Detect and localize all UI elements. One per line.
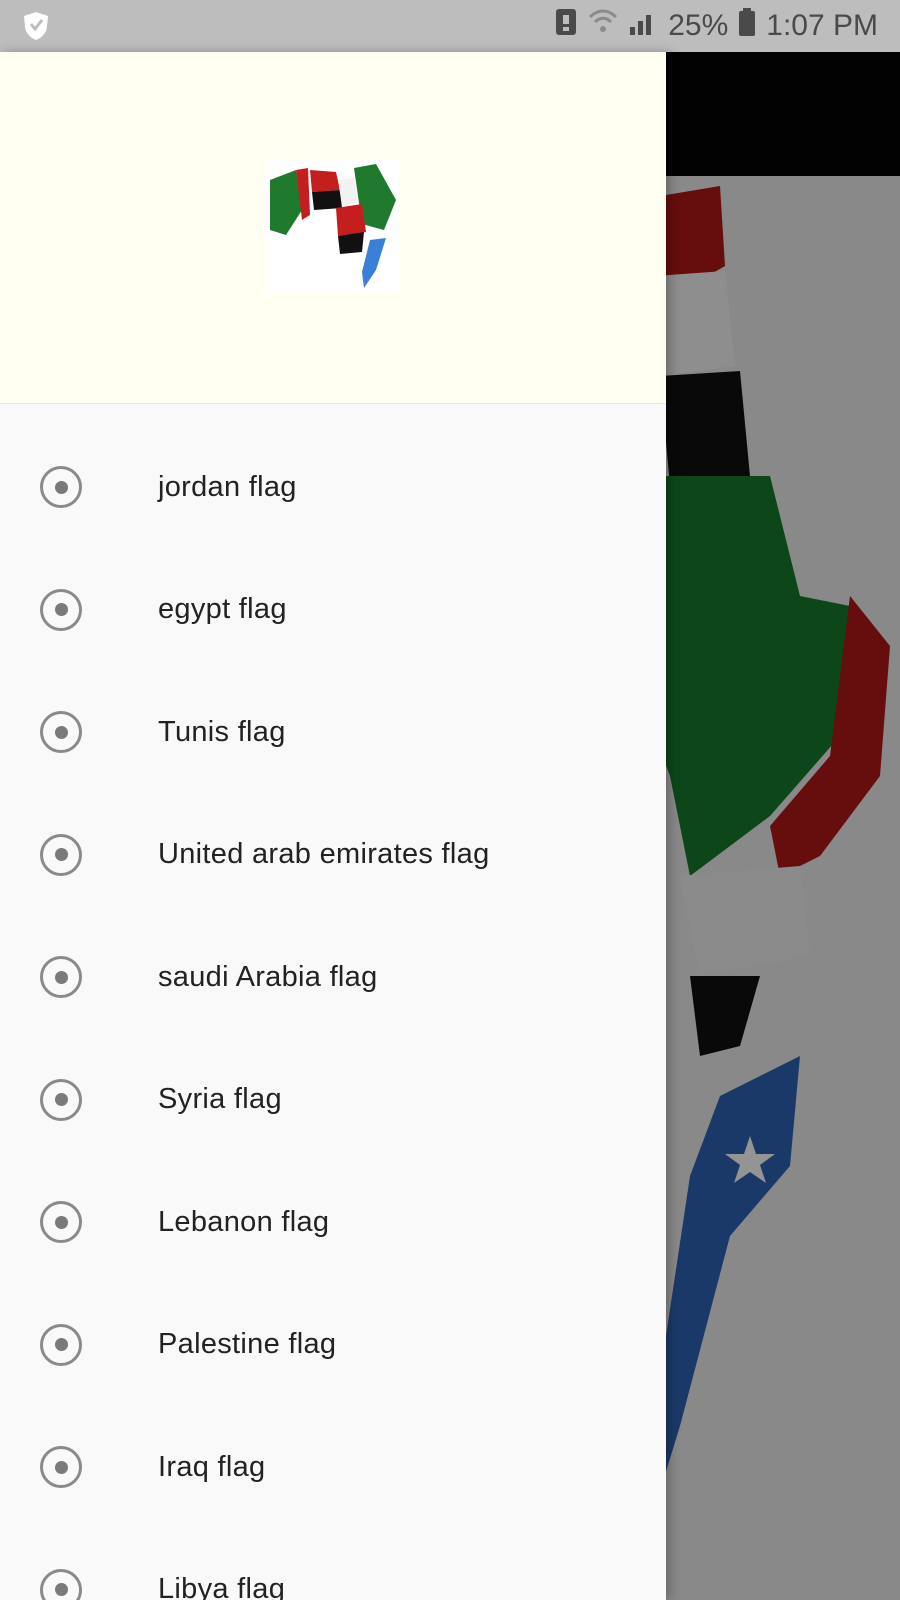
menu-item-jordan[interactable]: jordan flag	[0, 426, 666, 549]
menu-item-label: Tunis flag	[158, 715, 286, 748]
status-time: 1:07 PM	[766, 9, 878, 42]
menu-item-egypt[interactable]: egypt flag	[0, 549, 666, 672]
menu-item-label: Libya flag	[158, 1573, 286, 1600]
navigation-drawer: jordan flag egypt flag Tunis flag United…	[0, 52, 666, 1600]
menu-item-label: Lebanon flag	[158, 1205, 330, 1238]
menu-item-palestine[interactable]: Palestine flag	[0, 1284, 666, 1407]
radio-icon	[40, 1201, 82, 1244]
menu-item-label: egypt flag	[158, 593, 287, 626]
radio-icon	[40, 588, 82, 631]
radio-icon	[40, 1323, 82, 1366]
flag-menu-list: jordan flag egypt flag Tunis flag United…	[0, 426, 666, 1600]
battery-percent: 25%	[668, 9, 729, 42]
menu-item-label: Syria flag	[158, 1083, 282, 1116]
battery-icon	[738, 7, 756, 45]
radio-icon	[40, 711, 82, 754]
menu-item-uae[interactable]: United arab emirates flag	[0, 794, 666, 917]
radio-icon	[40, 956, 82, 999]
menu-item-libya[interactable]: Libya flag	[0, 1529, 666, 1600]
wifi-icon	[588, 7, 618, 45]
sim-alert-icon	[554, 7, 578, 45]
radio-icon	[40, 1078, 82, 1121]
radio-icon	[40, 833, 82, 876]
drawer-header	[0, 52, 666, 404]
menu-item-label: saudi Arabia flag	[158, 960, 378, 993]
menu-item-saudi-arabia[interactable]: saudi Arabia flag	[0, 916, 666, 1039]
arab-flags-map-logo	[266, 160, 400, 292]
radio-icon	[40, 1568, 82, 1600]
shield-icon	[20, 10, 52, 42]
menu-item-tunis[interactable]: Tunis flag	[0, 671, 666, 794]
menu-item-label: United arab emirates flag	[158, 838, 490, 871]
menu-item-iraq[interactable]: Iraq flag	[0, 1406, 666, 1529]
menu-item-lebanon[interactable]: Lebanon flag	[0, 1161, 666, 1284]
menu-item-label: Palestine flag	[158, 1328, 337, 1361]
radio-icon	[40, 466, 82, 509]
signal-icon	[628, 7, 658, 45]
menu-item-label: jordan flag	[158, 470, 297, 503]
status-bar: 25% 1:07 PM	[0, 0, 900, 52]
menu-item-syria[interactable]: Syria flag	[0, 1039, 666, 1162]
menu-item-label: Iraq flag	[158, 1450, 266, 1483]
radio-icon	[40, 1446, 82, 1489]
